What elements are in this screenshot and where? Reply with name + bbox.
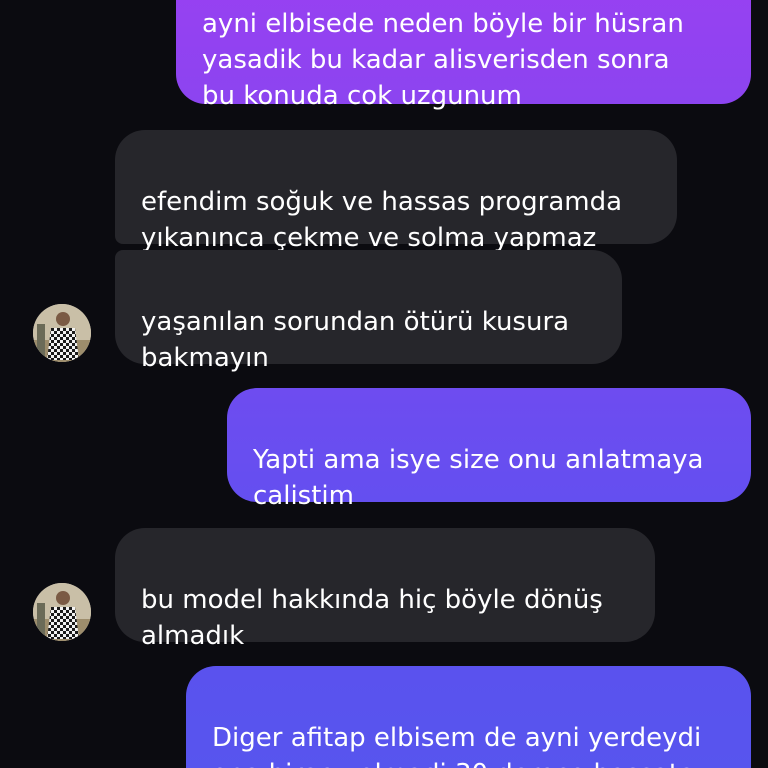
contact-photo-icon (33, 583, 91, 641)
message-text: Diger afitap elbisem de ayni yerdeydi on… (212, 723, 702, 768)
message-text: efendim soğuk ve hassas programda yıkanı… (141, 187, 623, 253)
message-bubble-outgoing[interactable]: ayni elbisede neden böyle bir hüsran yas… (176, 0, 751, 111)
message-text: Yapti ama isye size onu anlatmaya calist… (253, 445, 704, 511)
sender-avatar[interactable] (33, 304, 91, 362)
message-bubble-incoming[interactable]: bu model hakkında hiç böyle dönüş almadı… (115, 528, 655, 651)
sender-avatar[interactable] (33, 583, 91, 641)
message-bubble-outgoing[interactable]: Diger afitap elbisem de ayni yerdeydi on… (186, 666, 751, 768)
message-text: bu model hakkında hiç böyle dönüş almadı… (141, 585, 603, 651)
chat-thread[interactable]: ayni elbisede neden böyle bir hüsran yas… (0, 0, 768, 768)
message-bubble-incoming[interactable]: efendim soğuk ve hassas programda yıkanı… (115, 130, 677, 253)
contact-photo-icon (33, 304, 91, 362)
message-text: yaşanılan sorundan ötürü kusura bakmayın (141, 307, 570, 373)
message-bubble-incoming[interactable]: yaşanılan sorundan ötürü kusura bakmayın (115, 250, 622, 373)
message-bubble-outgoing[interactable]: Yapti ama isye size onu anlatmaya calist… (227, 388, 751, 511)
message-text: ayni elbisede neden böyle bir hüsran yas… (202, 9, 684, 111)
